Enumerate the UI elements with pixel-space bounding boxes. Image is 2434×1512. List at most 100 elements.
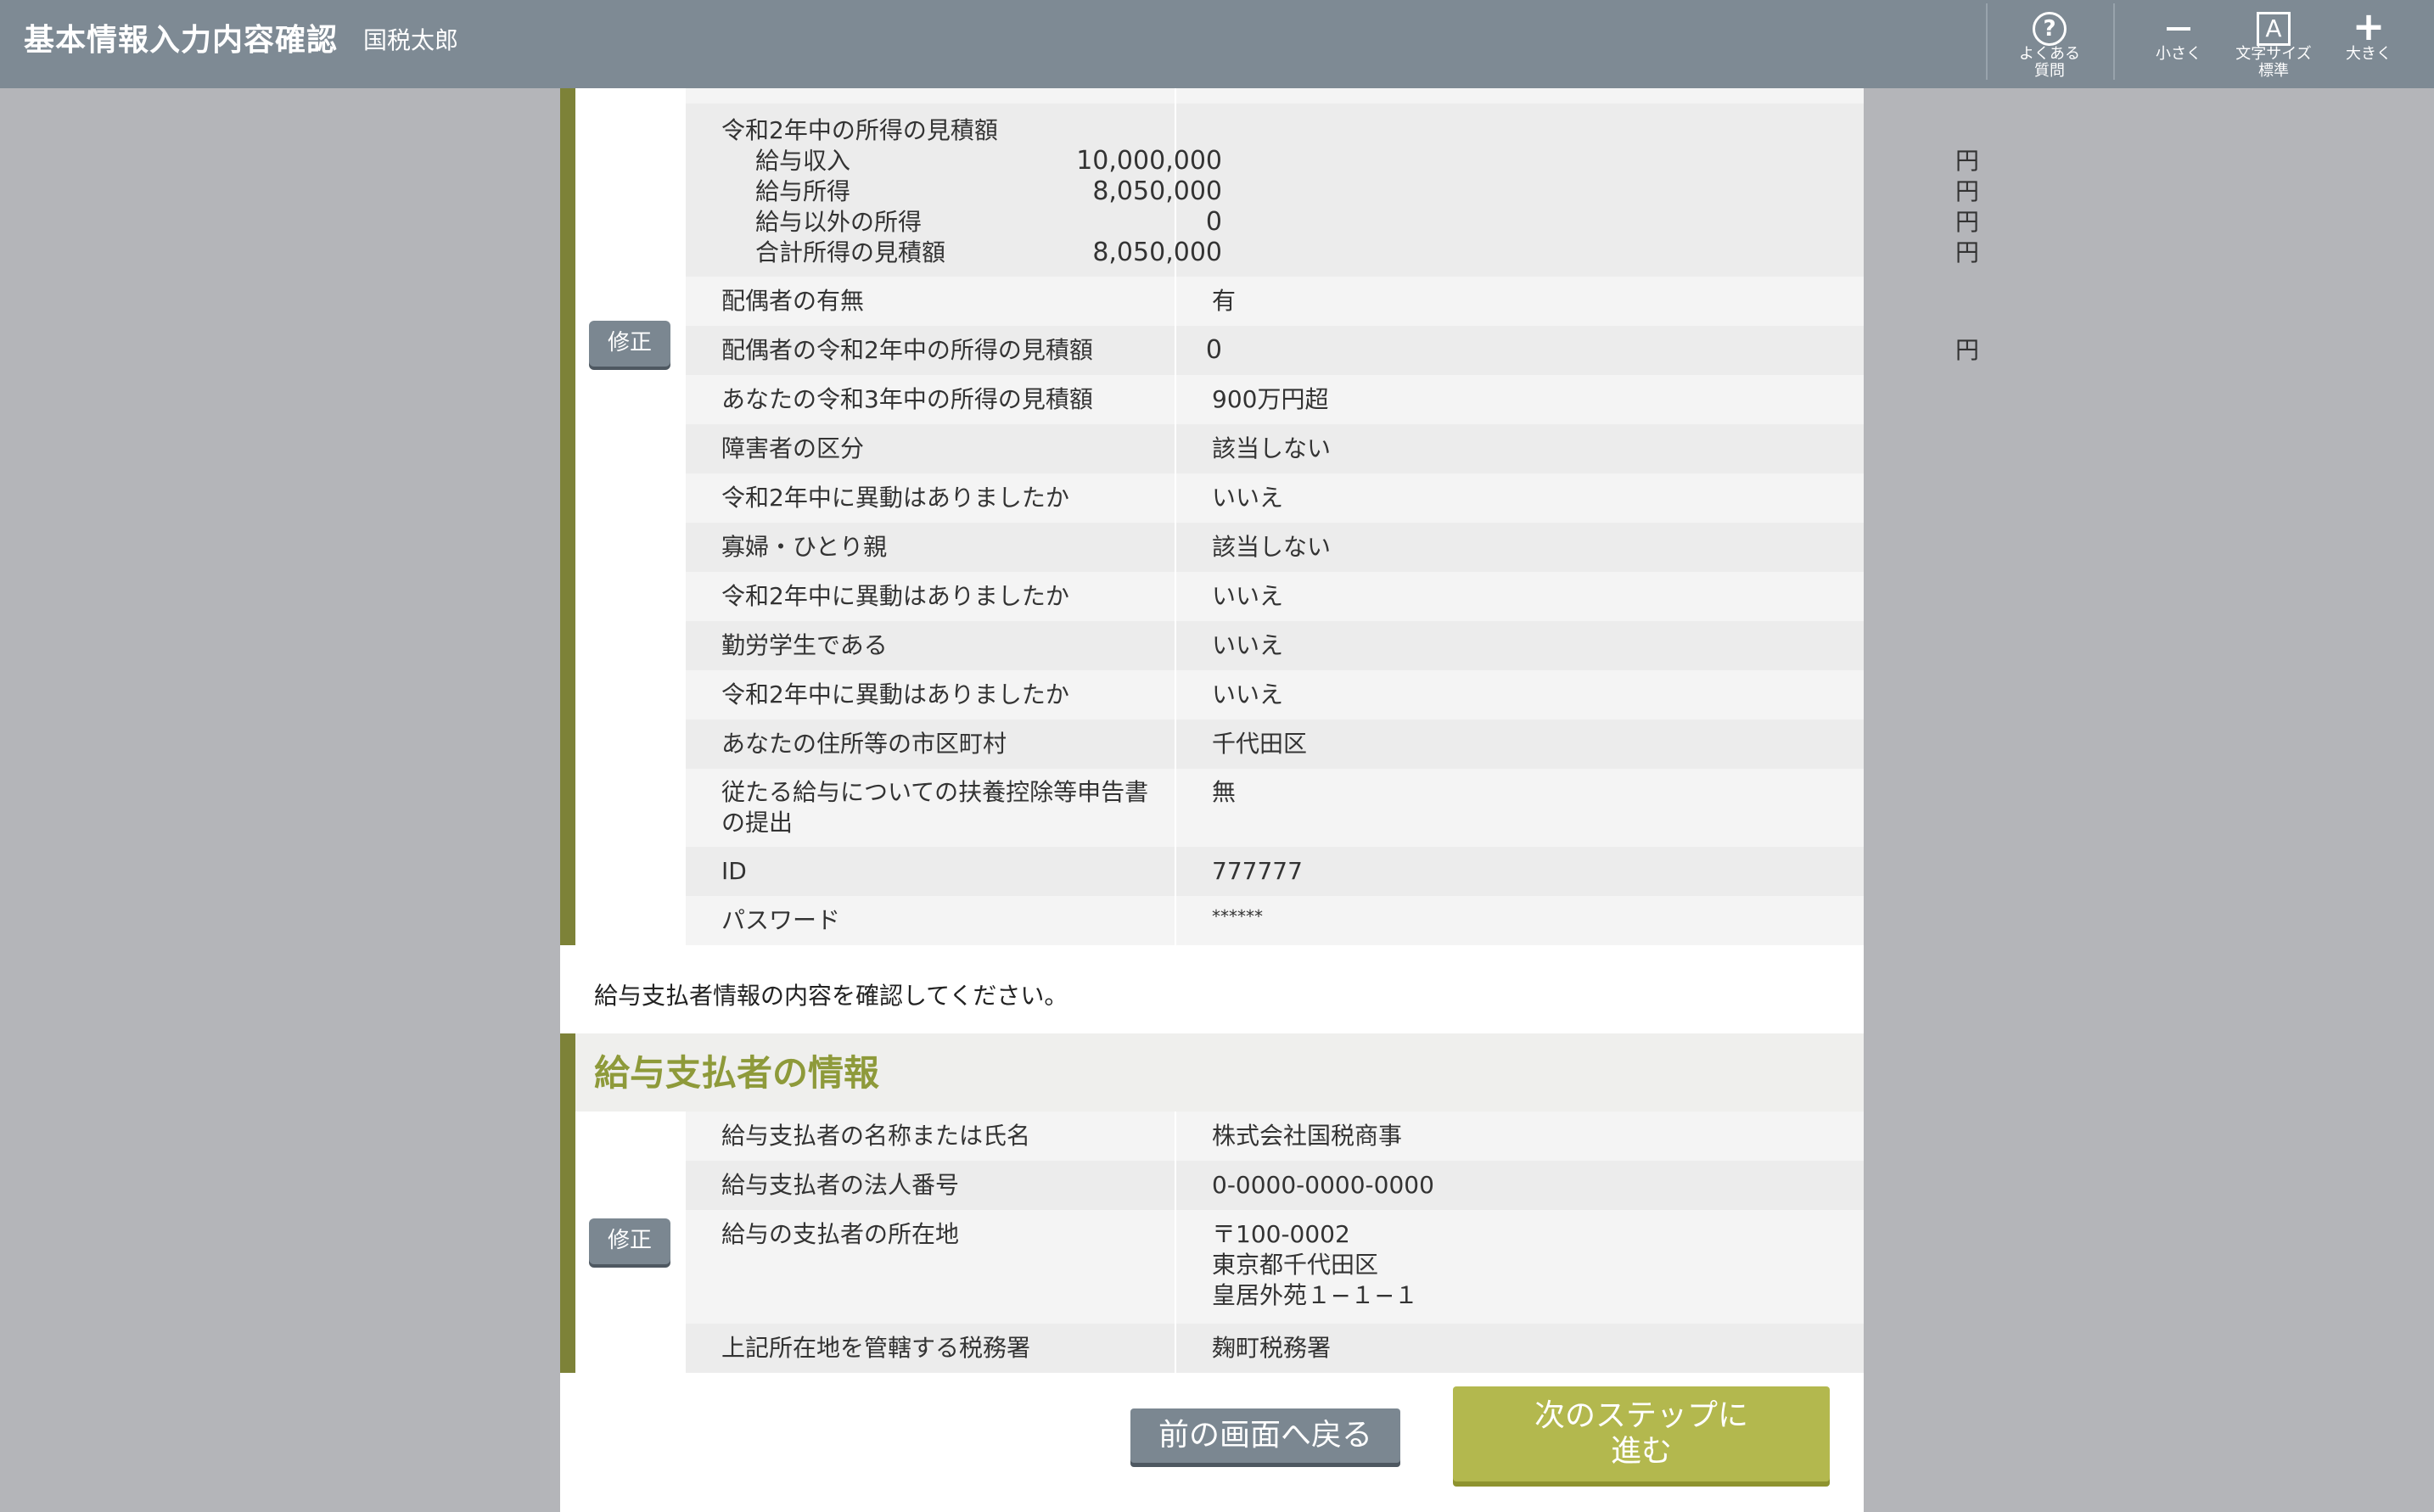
total-income-unit: 円: [1955, 238, 1980, 266]
fix-button-employer-info[interactable]: 修正: [589, 1218, 670, 1264]
id-label: ID: [721, 857, 747, 885]
faq-label-line1: よくある: [2019, 45, 2080, 63]
font-size-standard-button[interactable]: A 文字サイズ 標準: [2224, 7, 2324, 81]
corporate-number-value: 0-0000-0000-0000: [1212, 1171, 1434, 1199]
salary-earnings-label: 給与所得: [755, 177, 851, 205]
own-income-estimate-value: 900万円超: [1212, 385, 1329, 413]
font-larger-label: 大きく: [2346, 45, 2392, 63]
back-button[interactable]: 前の画面へ戻る: [1130, 1408, 1400, 1463]
table-row: 令和2年中に異動はありましたか いいえ: [686, 670, 1864, 720]
spouse-income-unit: 円: [1955, 336, 1980, 364]
font-size-icon: A: [2224, 7, 2324, 46]
minus-icon: [2128, 7, 2229, 46]
page-title: 基本情報入力内容確認: [24, 23, 339, 58]
widow-single-parent-label: 寡婦・ひとり親: [721, 533, 888, 561]
change-question-label: 令和2年中に異動はありましたか: [721, 484, 1069, 512]
spouse-exists-label: 配偶者の有無: [721, 287, 865, 315]
employer-address-line1: 東京都千代田区: [1212, 1251, 1379, 1279]
own-income-estimate-label: あなたの令和3年中の所得の見積額: [721, 385, 1093, 413]
salary-income-label: 給与収入: [755, 147, 851, 175]
other-income-unit: 円: [1955, 208, 1980, 236]
working-student-label: 勤労学生である: [721, 631, 888, 659]
employer-address-label: 給与の支払者の所在地: [721, 1220, 960, 1248]
font-smaller-button[interactable]: 小さく: [2128, 7, 2229, 81]
other-income-label: 給与以外の所得: [755, 208, 923, 236]
header-divider: [2113, 3, 2115, 80]
main-panel: 修正 令和2年中の所得の見積額 給与収入 10,000,000 円 給与所得 8…: [560, 88, 1979, 1512]
employer-address-line2: 皇居外苑１−１−１: [1212, 1281, 1418, 1309]
table-row: 勤労学生である いいえ: [686, 621, 1864, 670]
employer-section-header: 給与支払者の情報: [560, 1033, 1864, 1112]
employer-postal-code: 〒100-0002: [1212, 1220, 1350, 1248]
change-question-value: いいえ: [1212, 582, 1284, 610]
next-step-label: 次のステップに進む: [1534, 1398, 1748, 1469]
table-row: 上記所在地を管轄する税務署 麹町税務署: [686, 1324, 1864, 1373]
corporate-number-label: 給与支払者の法人番号: [721, 1171, 960, 1199]
spouse-income-amount: 0: [1205, 335, 1222, 365]
salary-income-amount: 10,000,000: [1076, 146, 1222, 176]
password-value: ******: [1212, 906, 1263, 927]
confirm-instruction: 給与支払者情報の内容を確認してください。: [594, 982, 1068, 1010]
header-bar: 基本情報入力内容確認 国税太郎 ? よくある 質問 小さく A 文字サイズ 標準…: [0, 0, 2434, 88]
faq-button[interactable]: ? よくある 質問: [1999, 7, 2100, 81]
disability-value: 該当しない: [1212, 434, 1332, 462]
table-row: 従たる給与についての扶養控除等申告書の提出 無: [686, 769, 1864, 847]
table-row: [686, 88, 1864, 104]
header-divider: [1986, 3, 1988, 80]
change-question-label: 令和2年中に異動はありましたか: [721, 582, 1069, 610]
change-question-label: 令和2年中に異動はありましたか: [721, 680, 1069, 708]
table-row: 令和2年中に異動はありましたか いいえ: [686, 572, 1864, 621]
basic-info-section: 修正 令和2年中の所得の見積額 給与収入 10,000,000 円 給与所得 8…: [560, 88, 1979, 945]
table-row: 障害者の区分 該当しない: [686, 424, 1864, 473]
table-row: 寡婦・ひとり親 該当しない: [686, 523, 1864, 572]
font-size-label-line1: 文字サイズ: [2235, 45, 2312, 63]
income-estimate-label: 令和2年中の所得の見積額: [721, 116, 998, 144]
employer-section-title: 給与支払者の情報: [594, 1052, 880, 1094]
widow-single-parent-value: 該当しない: [1212, 533, 1332, 561]
spouse-exists-value: 有: [1212, 287, 1237, 315]
section-accent-bar: [560, 1033, 575, 1112]
table-row: 令和2年中に異動はありましたか いいえ: [686, 473, 1864, 523]
tax-office-value: 麹町税務署: [1212, 1334, 1332, 1362]
employer-name-label: 給与支払者の名称または氏名: [721, 1122, 1031, 1150]
salary-earnings-amount: 8,050,000: [1092, 176, 1222, 206]
id-value: 777777: [1212, 857, 1303, 885]
income-estimate-row: 令和2年中の所得の見積額 給与収入 10,000,000 円 給与所得 8,05…: [686, 104, 1979, 277]
table-row: あなたの住所等の市区町村 千代田区: [686, 720, 1864, 769]
table-row: 給与支払者の名称または氏名 株式会社国税商事: [686, 1112, 1864, 1161]
section-accent-bar: [560, 88, 575, 945]
table-row: 給与の支払者の所在地 〒100-0002 東京都千代田区 皇居外苑１−１−１: [686, 1210, 1864, 1324]
user-name: 国税太郎: [363, 26, 459, 54]
total-income-amount: 8,050,000: [1092, 238, 1222, 267]
secondary-salary-declaration-value: 無: [1212, 778, 1237, 806]
municipality-value: 千代田区: [1212, 730, 1308, 758]
plus-icon: +: [2352, 3, 2386, 49]
password-label: パスワード: [721, 906, 841, 934]
disability-label: 障害者の区分: [721, 434, 865, 462]
font-size-label-line2: 標準: [2258, 62, 2289, 80]
spouse-income-label: 配偶者の令和2年中の所得の見積額: [721, 336, 1093, 364]
table-row: 給与支払者の法人番号 0-0000-0000-0000: [686, 1161, 1864, 1210]
employer-name-value: 株式会社国税商事: [1212, 1122, 1403, 1150]
fix-button-basic-info[interactable]: 修正: [589, 321, 670, 367]
other-income-amount: 0: [1205, 207, 1222, 237]
salary-earnings-unit: 円: [1955, 177, 1980, 205]
section-accent-bar: [560, 1112, 575, 1373]
change-question-value: いいえ: [1212, 680, 1284, 708]
table-row: 配偶者の令和2年中の所得の見積額 0 円: [686, 326, 1979, 375]
font-larger-button[interactable]: + 大きく: [2319, 7, 2419, 81]
working-student-value: いいえ: [1212, 631, 1284, 659]
table-row: パスワード ******: [686, 896, 1864, 945]
table-row: ID 777777: [686, 847, 1864, 896]
table-row: あなたの令和3年中の所得の見積額 900万円超: [686, 375, 1864, 424]
salary-income-unit: 円: [1955, 147, 1980, 175]
table-row: 配偶者の有無 有: [686, 277, 1864, 326]
next-step-button[interactable]: 次のステップに進む: [1453, 1386, 1830, 1481]
question-icon: ?: [1999, 7, 2100, 46]
secondary-salary-declaration-label: 従たる給与についての扶養控除等申告書の提出: [721, 778, 1149, 837]
tax-office-label: 上記所在地を管轄する税務署: [721, 1334, 1031, 1362]
font-smaller-label: 小さく: [2156, 45, 2201, 63]
change-question-value: いいえ: [1212, 484, 1284, 512]
faq-label-line2: 質問: [2034, 62, 2065, 80]
total-income-label: 合計所得の見積額: [755, 238, 946, 266]
